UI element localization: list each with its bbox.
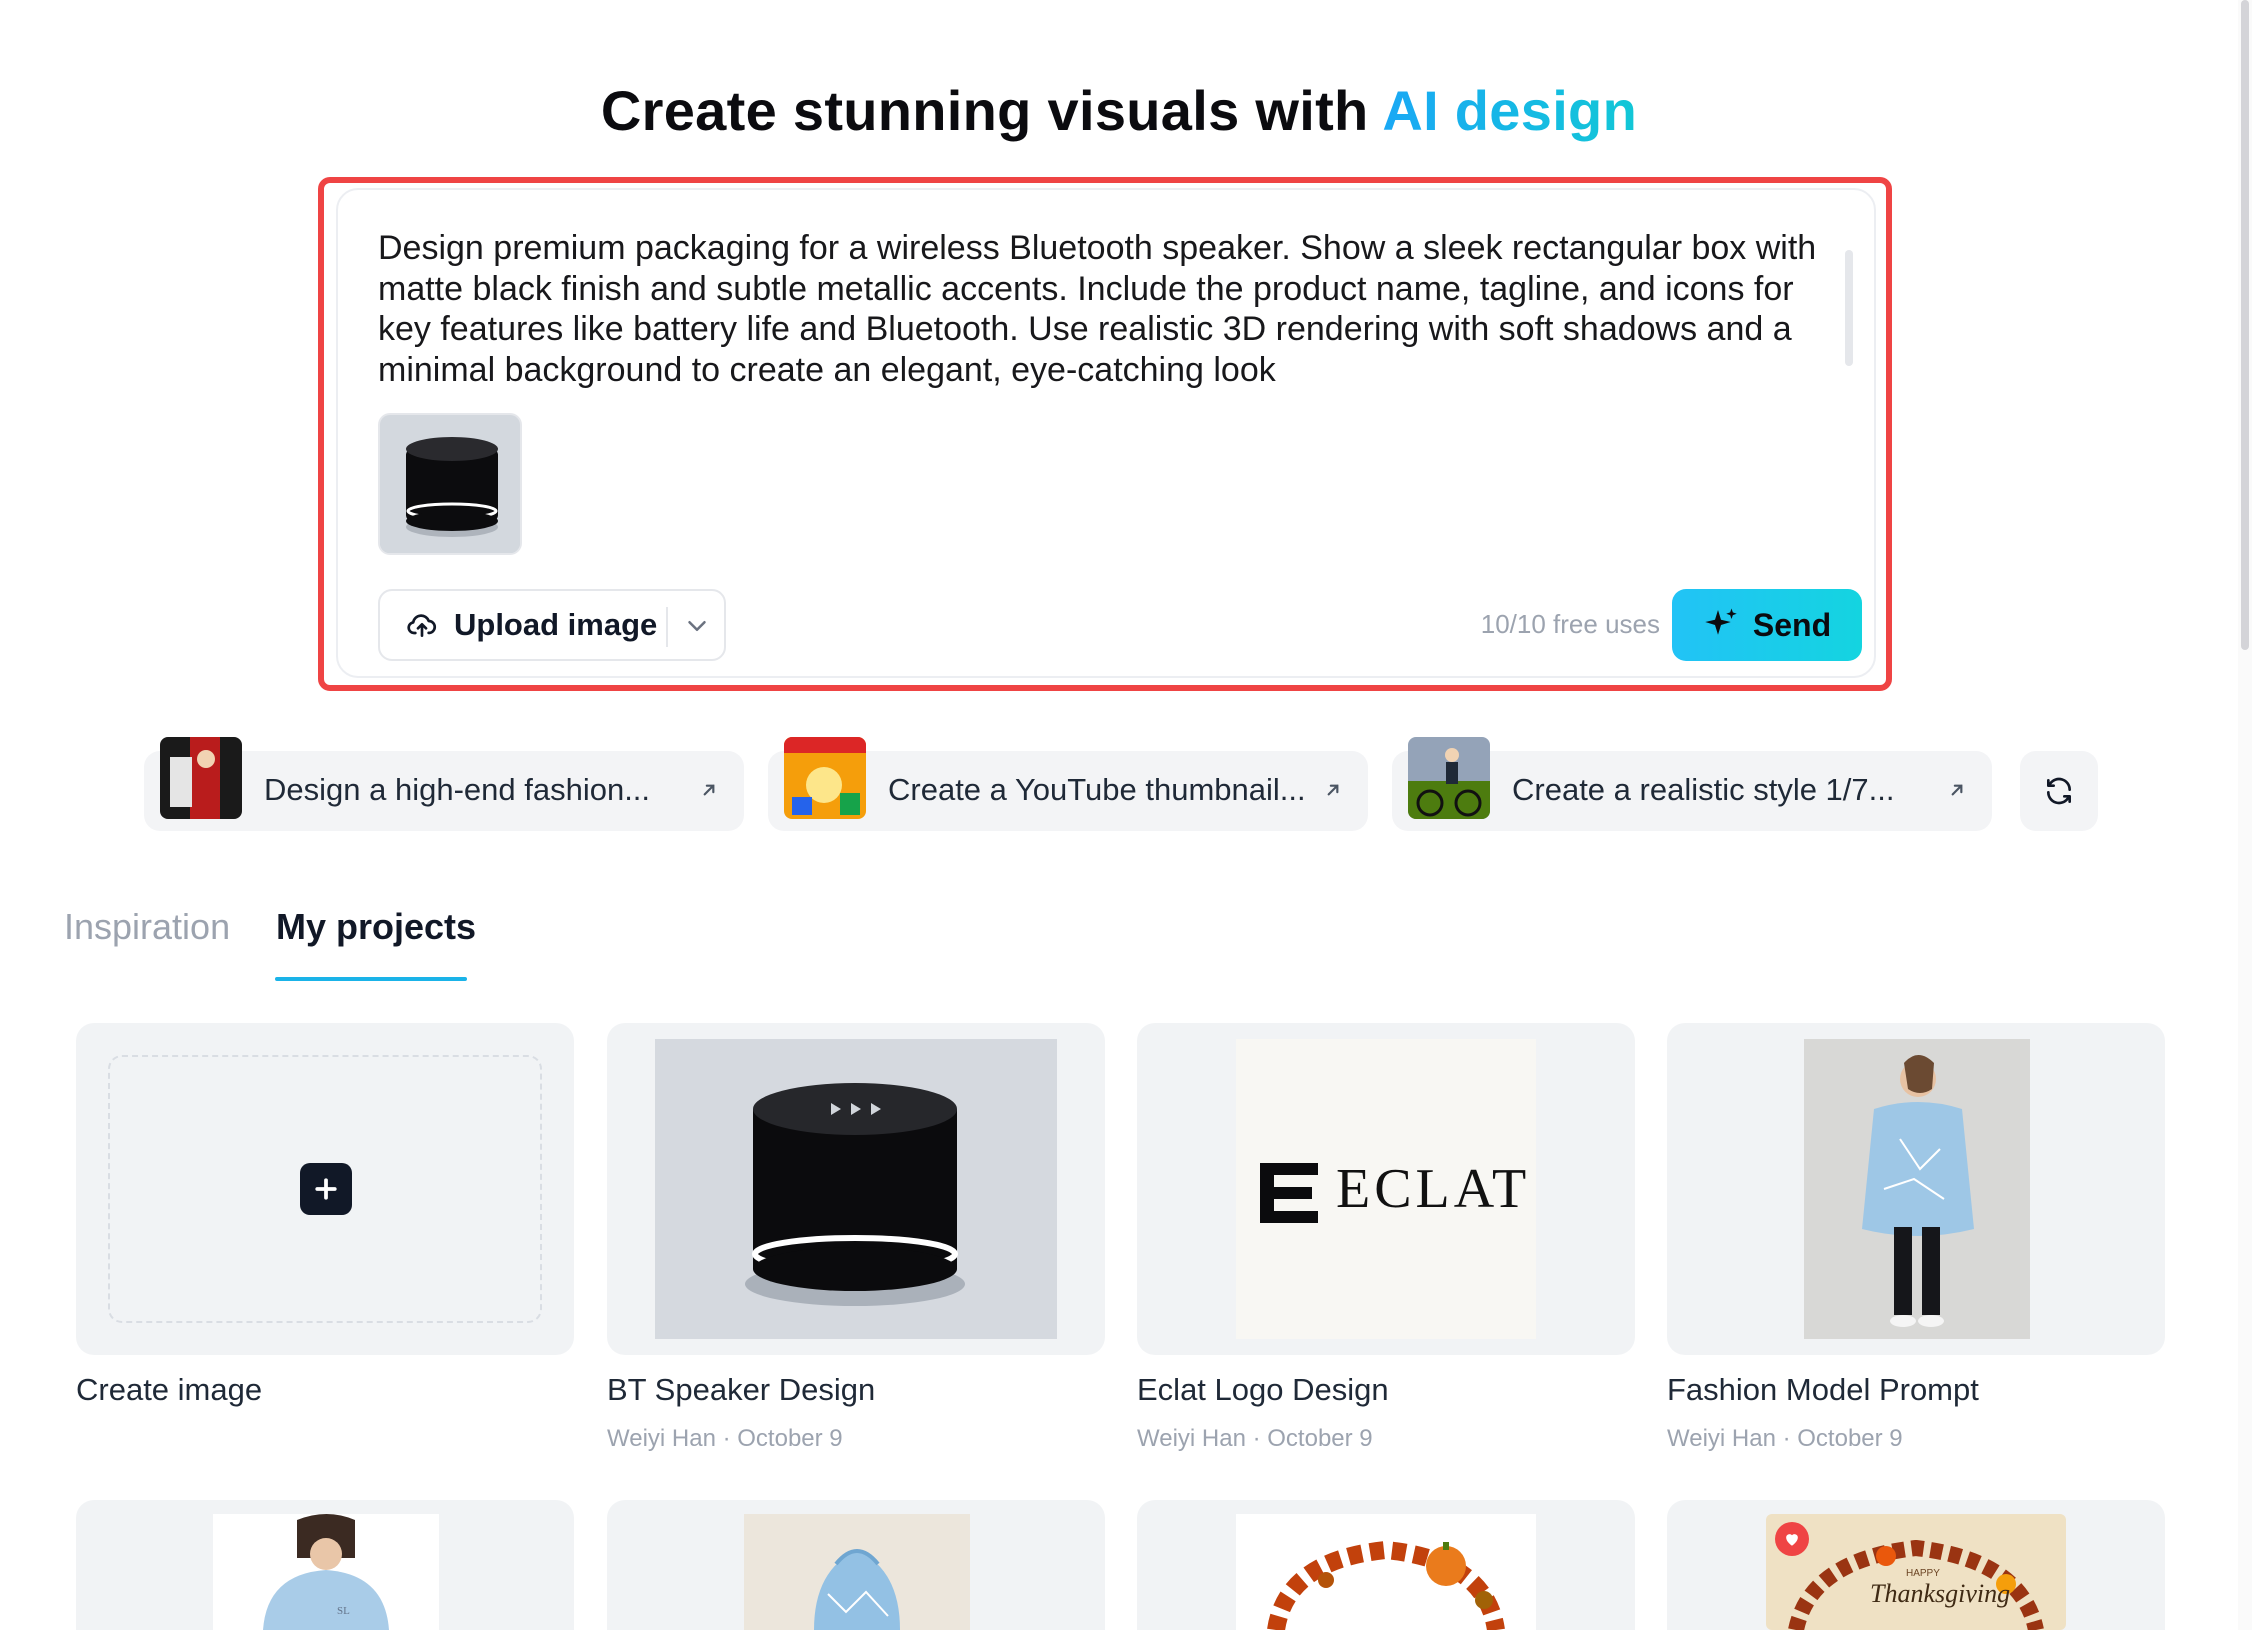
project-title[interactable]: Create image — [76, 1372, 262, 1408]
sparkle-icon — [1705, 608, 1737, 635]
autumn-wreath-image — [1236, 1514, 1536, 1630]
hoodie-model-image: SL — [213, 1514, 439, 1630]
suggestion-chip-youtube[interactable]: Create a YouTube thumbnail... — [768, 737, 1368, 831]
arrow-up-right-icon — [703, 784, 715, 796]
eclat-e-mark-icon — [1260, 1163, 1318, 1223]
hero-title-accent: AI design — [1382, 79, 1638, 142]
thanksgiving-script-text: Thanksgiving — [1870, 1579, 2010, 1608]
suggestion-chip-fashion[interactable]: Design a high-end fashion... — [144, 737, 744, 831]
prompt-scrollbar[interactable] — [1845, 250, 1853, 366]
arrow-up-right-icon — [1951, 784, 1963, 796]
suggestion-chip-realistic[interactable]: Create a realistic style 1/7... — [1392, 737, 1992, 831]
send-button[interactable]: Send — [1672, 589, 1862, 661]
project-title[interactable]: BT Speaker Design — [607, 1372, 875, 1408]
fashion-model-image — [1804, 1039, 2030, 1339]
suggestion-realistic-thumbnail — [1408, 737, 1490, 819]
create-image-card[interactable] — [76, 1023, 574, 1355]
favorite-badge[interactable] — [1775, 1522, 1809, 1556]
thanksgiving-image: HAPPY Thanksgiving — [1766, 1514, 2066, 1630]
uploaded-image-thumbnail[interactable] — [378, 413, 522, 555]
prompt-textarea[interactable]: Design premium packaging for a wireless … — [378, 228, 1838, 390]
free-uses-counter: 10/10 free uses — [1480, 609, 1660, 639]
upload-image-button[interactable]: Upload image — [378, 589, 726, 661]
project-meta: Weiyi Han · October 9 — [1667, 1425, 1903, 1452]
hoodie-image — [744, 1514, 970, 1630]
project-card-autumn-wreath[interactable] — [1137, 1500, 1635, 1630]
page-scrollbar-thumb[interactable] — [2241, 0, 2249, 650]
plus-icon[interactable] — [300, 1163, 352, 1215]
arrow-up-right-icon — [1327, 784, 1339, 796]
suggestion-youtube-thumbnail — [784, 737, 866, 819]
project-card-eclat[interactable]: ECLAT — [1137, 1023, 1635, 1355]
upload-image-label: Upload image — [454, 607, 658, 642]
suggestion-label: Create a YouTube thumbnail... — [888, 772, 1306, 807]
project-card-hoodie[interactable] — [607, 1500, 1105, 1630]
project-title[interactable]: Eclat Logo Design — [1137, 1372, 1389, 1408]
tab-my-projects[interactable]: My projects — [276, 906, 476, 948]
page-scrollbar[interactable] — [2238, 0, 2252, 1630]
speaker-thumbnail-image — [380, 415, 520, 553]
hero-title-text: Create stunning visuals with — [600, 79, 1383, 142]
project-card-hoodie-model[interactable]: SL — [76, 1500, 574, 1630]
suggestion-fashion-thumbnail — [160, 737, 242, 819]
project-card-fashion[interactable] — [1667, 1023, 2165, 1355]
cloud-upload-icon — [407, 614, 437, 637]
hoodie-badge-text: SL — [337, 1605, 350, 1617]
tab-active-indicator — [275, 977, 467, 981]
eclat-logo-image: ECLAT — [1236, 1039, 1536, 1339]
project-card-thanksgiving[interactable]: HAPPY Thanksgiving — [1667, 1500, 2165, 1630]
hero-title: Create stunning visuals with AI design — [0, 78, 2238, 143]
suggestion-label: Design a high-end fashion... — [264, 772, 651, 807]
project-meta: Weiyi Han · October 9 — [1137, 1425, 1373, 1452]
bt-speaker-image — [655, 1039, 1057, 1339]
eclat-logo-text: ECLAT — [1336, 1158, 1531, 1220]
chevron-down-icon[interactable] — [682, 611, 712, 641]
send-label: Send — [1752, 606, 1832, 643]
refresh-suggestions-button[interactable] — [2020, 751, 2098, 831]
upload-divider — [666, 607, 668, 647]
refresh-icon — [2047, 777, 2071, 805]
suggestion-label: Create a realistic style 1/7... — [1512, 772, 1895, 807]
project-card-bt-speaker[interactable] — [607, 1023, 1105, 1355]
thanksgiving-happy-text: HAPPY — [1906, 1568, 1940, 1579]
heart-icon — [1786, 1534, 1798, 1546]
project-meta: Weiyi Han · October 9 — [607, 1425, 843, 1452]
tab-inspiration[interactable]: Inspiration — [64, 906, 230, 948]
project-title[interactable]: Fashion Model Prompt — [1667, 1372, 1979, 1408]
